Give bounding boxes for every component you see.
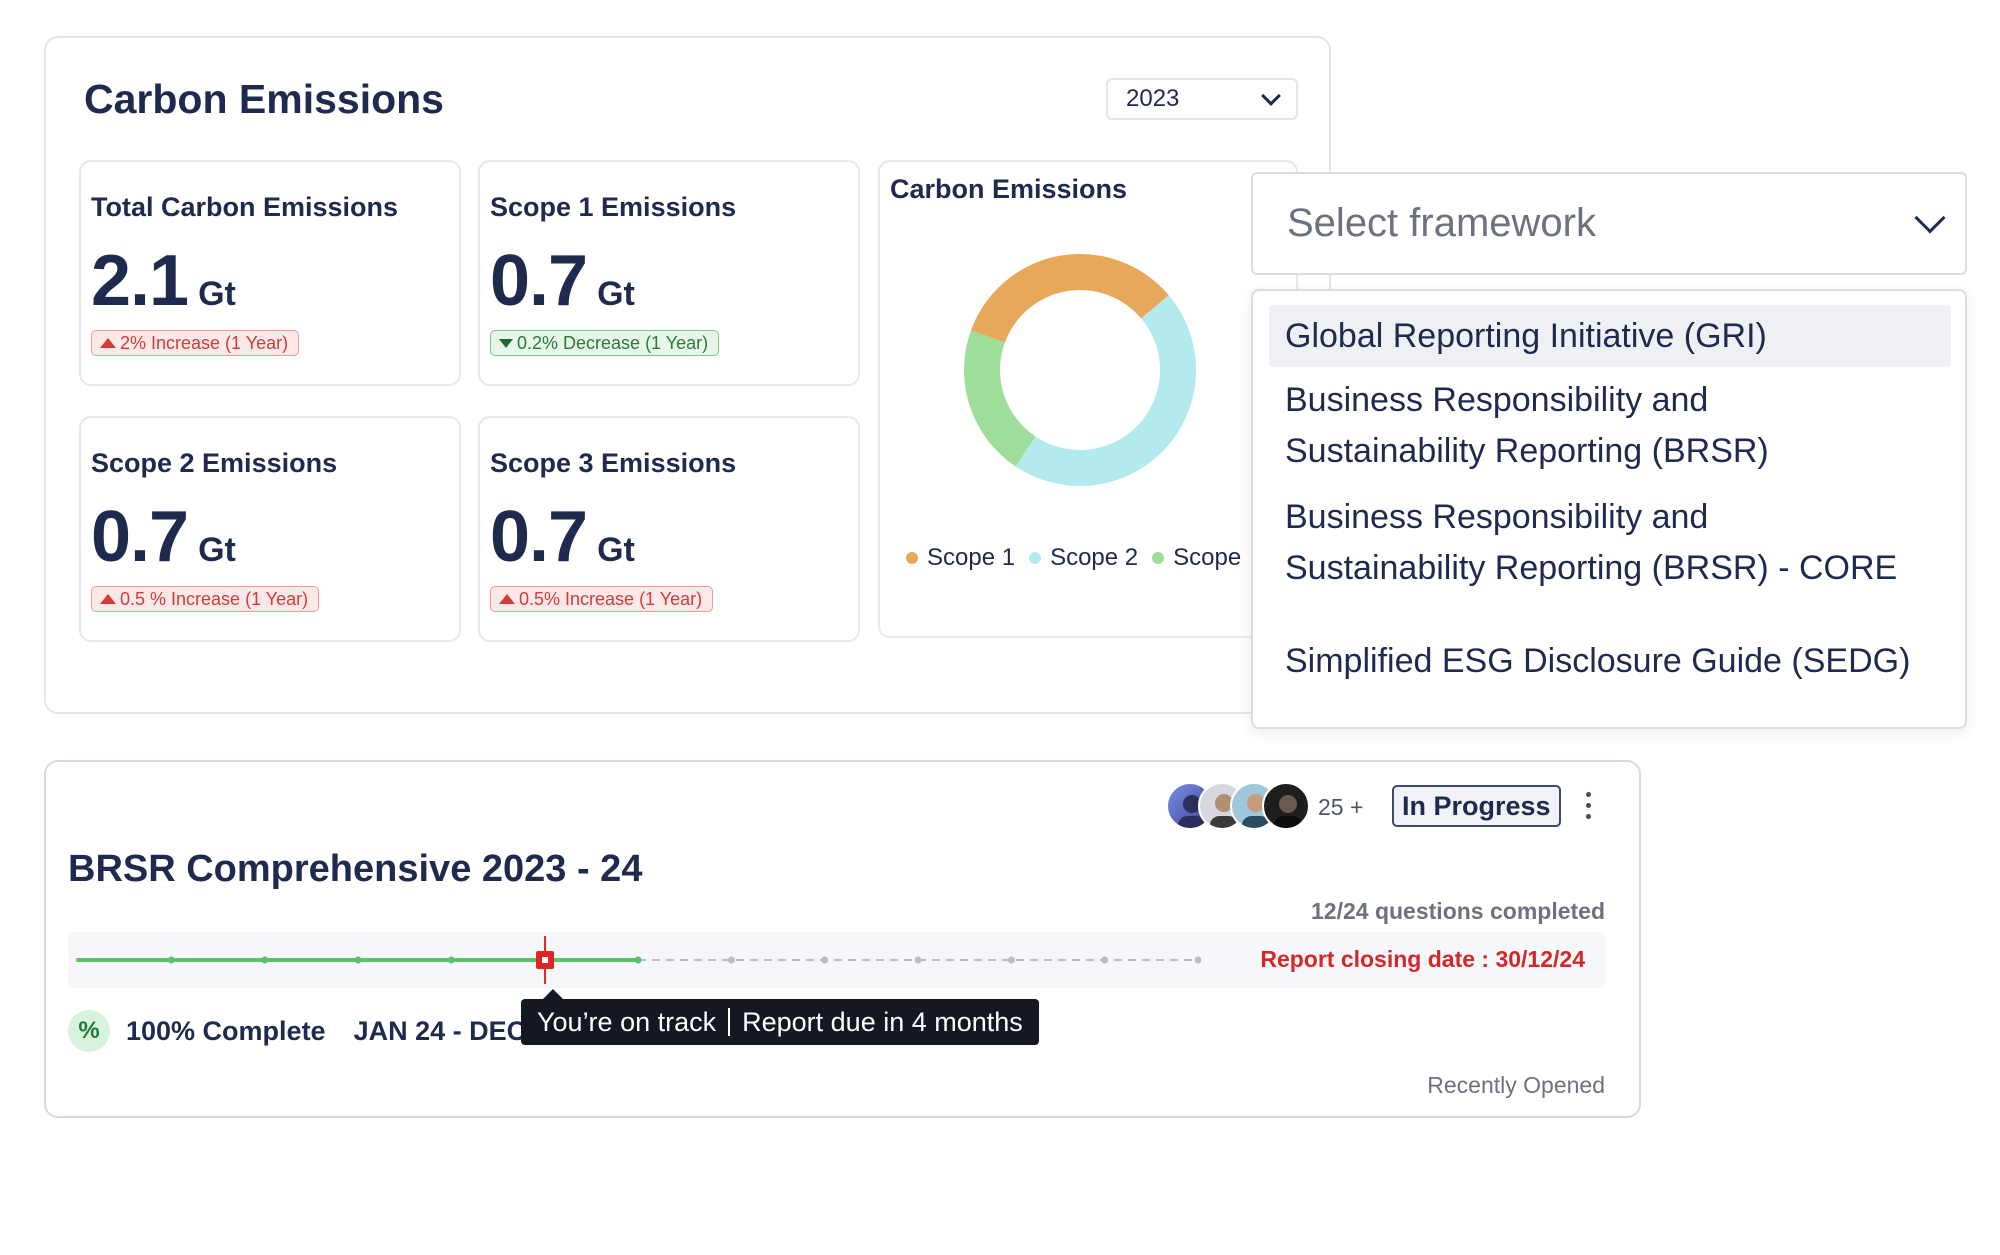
metric-card-scope1: Scope 1 Emissions 0.7 Gt 0.2% Decrease (…	[478, 160, 860, 386]
metric-label: Scope 1 Emissions	[490, 192, 737, 222]
timeline-step	[634, 956, 642, 964]
timeline-step	[821, 956, 829, 964]
legend-label: Scope 1	[927, 544, 1016, 571]
year-value: 2023	[1126, 85, 1180, 112]
option-label-line1: Business Responsibility and	[1285, 498, 1709, 536]
completion-row: % 100% Complete JAN 24 - DEC	[68, 1010, 526, 1052]
metric-unit: Gt	[597, 531, 635, 569]
donut-legend: Scope 1 Scope 2 Scope	[906, 544, 1241, 572]
donut-chart-card: Carbon Emissions Scope 1 Scope 2 Scope	[878, 160, 1298, 638]
avatar	[1262, 782, 1310, 830]
status-badge: In Progress	[1392, 785, 1561, 827]
avatar-count: 25 +	[1318, 794, 1364, 820]
legend-item-scope2: Scope 2	[1029, 544, 1138, 572]
metric-number: 0.7	[91, 497, 189, 577]
timeline-step	[261, 956, 269, 964]
donut-chart	[964, 253, 1196, 486]
metric-card-scope3: Scope 3 Emissions 0.7 Gt 0.5% Increase (…	[478, 416, 860, 642]
legend-label: Scope	[1173, 544, 1242, 571]
recently-opened-label: Recently Opened	[1427, 1072, 1605, 1098]
timeline-step	[354, 956, 362, 964]
tooltip-due: Report due in 4 months	[742, 1006, 1023, 1037]
current-marker	[536, 936, 555, 984]
change-text: 2% Increase (1 Year)	[120, 332, 289, 353]
avatar-group[interactable]	[1166, 782, 1310, 830]
change-badge: 0.2% Decrease (1 Year)	[490, 330, 720, 356]
option-label: Simplified ESG Disclosure Guide (SEDG)	[1285, 642, 1911, 680]
metric-label: Scope 2 Emissions	[91, 448, 338, 478]
option-label-line2: Sustainability Reporting (BRSR) - CORE	[1285, 549, 1898, 587]
metric-number: 0.7	[490, 241, 588, 321]
framework-placeholder: Select framework	[1287, 201, 1596, 245]
metric-value: 2.1 Gt	[91, 240, 236, 322]
framework-select[interactable]: Select framework	[1251, 172, 1967, 275]
timeline-step	[447, 956, 455, 964]
metric-label: Scope 3 Emissions	[490, 448, 737, 478]
tooltip-status: You’re on track	[537, 1006, 717, 1037]
timeline-step	[1101, 956, 1109, 964]
timeline-end	[1194, 956, 1202, 964]
legend-dot	[1152, 552, 1165, 564]
progress-timeline	[76, 936, 1202, 984]
option-label-line1: Business Responsibility and	[1285, 381, 1709, 419]
progress-tooltip: You’re on track Report due in 4 months	[521, 989, 1039, 1045]
arrow-up-icon	[100, 338, 116, 348]
legend-dot	[1029, 552, 1042, 564]
framework-option-gri[interactable]: Global Reporting Initiative (GRI)	[1269, 305, 1951, 367]
change-badge: 2% Increase (1 Year)	[91, 330, 300, 356]
carbon-emissions-title: Carbon Emissions	[84, 76, 444, 122]
metric-number: 2.1	[91, 241, 189, 321]
legend-dot	[906, 552, 918, 564]
metric-value: 0.7 Gt	[490, 240, 635, 322]
arrow-down-icon	[499, 338, 513, 348]
more-options-icon[interactable]	[1586, 792, 1592, 825]
change-text: 0.5 % Increase (1 Year)	[120, 588, 309, 609]
framework-option-brsr-core[interactable]: Business Responsibility and Sustainabili…	[1285, 492, 1945, 594]
metric-card-total: Total Carbon Emissions 2.1 Gt 2% Increas…	[79, 160, 461, 386]
legend-item-scope1: Scope 1	[906, 544, 1015, 572]
arrow-up-icon	[499, 594, 515, 604]
progress-track: Report closing date : 30/12/24	[68, 932, 1605, 988]
metric-number: 0.7	[490, 497, 588, 577]
change-text: 0.5% Increase (1 Year)	[519, 588, 703, 609]
option-label-line2: Sustainability Reporting (BRSR)	[1285, 432, 1769, 470]
percent-icon: %	[68, 1010, 110, 1052]
metric-unit: Gt	[198, 275, 236, 313]
tooltip-divider	[728, 1008, 731, 1036]
year-select[interactable]: 2023	[1106, 78, 1298, 120]
donut-chart-title: Carbon Emissions	[890, 174, 1128, 204]
timeline-step	[1007, 956, 1015, 964]
metric-unit: Gt	[198, 531, 236, 569]
date-range: JAN 24 - DEC	[353, 1015, 527, 1046]
change-text: 0.2% Decrease (1 Year)	[517, 332, 709, 353]
framework-option-sedg[interactable]: Simplified ESG Disclosure Guide (SEDG)	[1285, 636, 1945, 687]
carbon-emissions-card: Carbon Emissions 2023 Total Carbon Emiss…	[44, 36, 1331, 714]
change-badge: 0.5% Increase (1 Year)	[490, 586, 714, 612]
completion-text: 100% Complete	[126, 1015, 326, 1046]
framework-menu: Global Reporting Initiative (GRI) Busine…	[1251, 289, 1967, 729]
metric-value: 0.7 Gt	[91, 496, 236, 578]
timeline-step	[727, 956, 735, 964]
metric-value: 0.7 Gt	[490, 496, 635, 578]
timeline-step	[914, 956, 922, 964]
framework-option-brsr[interactable]: Business Responsibility and Sustainabili…	[1285, 375, 1945, 477]
chevron-down-icon	[1261, 86, 1281, 106]
timeline-step	[167, 956, 175, 964]
metric-unit: Gt	[597, 275, 635, 313]
change-badge: 0.5 % Increase (1 Year)	[91, 586, 320, 612]
legend-label: Scope 2	[1050, 544, 1139, 571]
metric-card-scope2: Scope 2 Emissions 0.7 Gt 0.5 % Increase …	[79, 416, 461, 642]
metric-label: Total Carbon Emissions	[91, 192, 399, 222]
report-title: BRSR Comprehensive 2023 - 24	[68, 848, 643, 890]
option-label: Global Reporting Initiative (GRI)	[1285, 317, 1767, 355]
arrow-up-icon	[100, 594, 116, 604]
brsr-report-card[interactable]: 25 + In Progress BRSR Comprehensive 2023…	[44, 760, 1641, 1118]
report-closing-date: Report closing date : 30/12/24	[1260, 946, 1585, 972]
legend-item-scope3: Scope	[1152, 544, 1241, 572]
questions-completed: 12/24 questions completed	[1311, 898, 1605, 924]
chevron-down-icon	[1914, 201, 1946, 234]
